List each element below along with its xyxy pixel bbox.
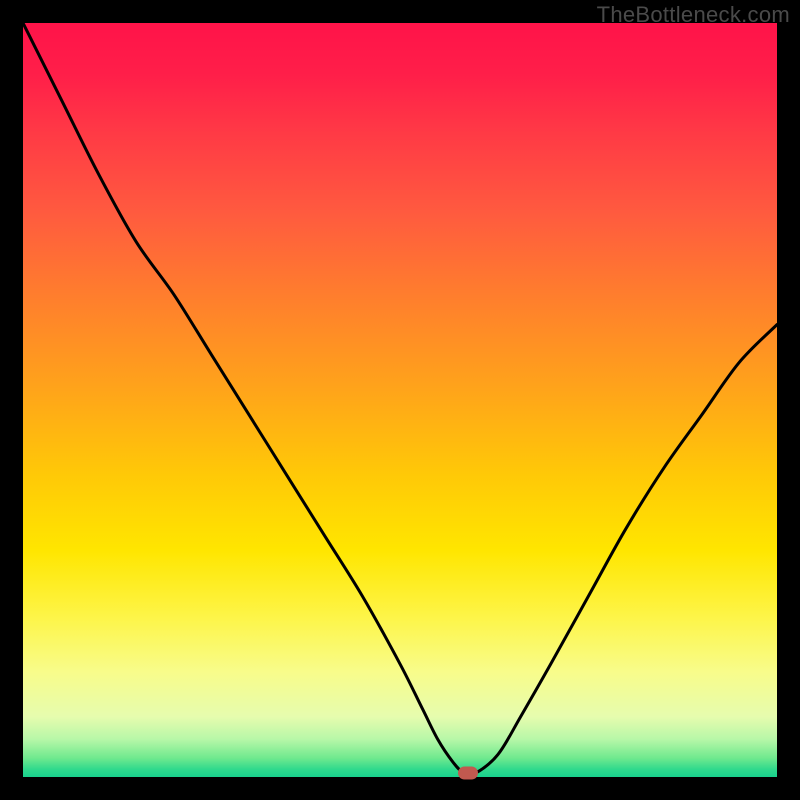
watermark-text: TheBottleneck.com xyxy=(597,2,790,28)
optimum-marker xyxy=(458,767,478,780)
bottleneck-curve-path xyxy=(23,23,777,775)
chart-frame: TheBottleneck.com xyxy=(0,0,800,800)
curve-overlay xyxy=(23,23,777,777)
